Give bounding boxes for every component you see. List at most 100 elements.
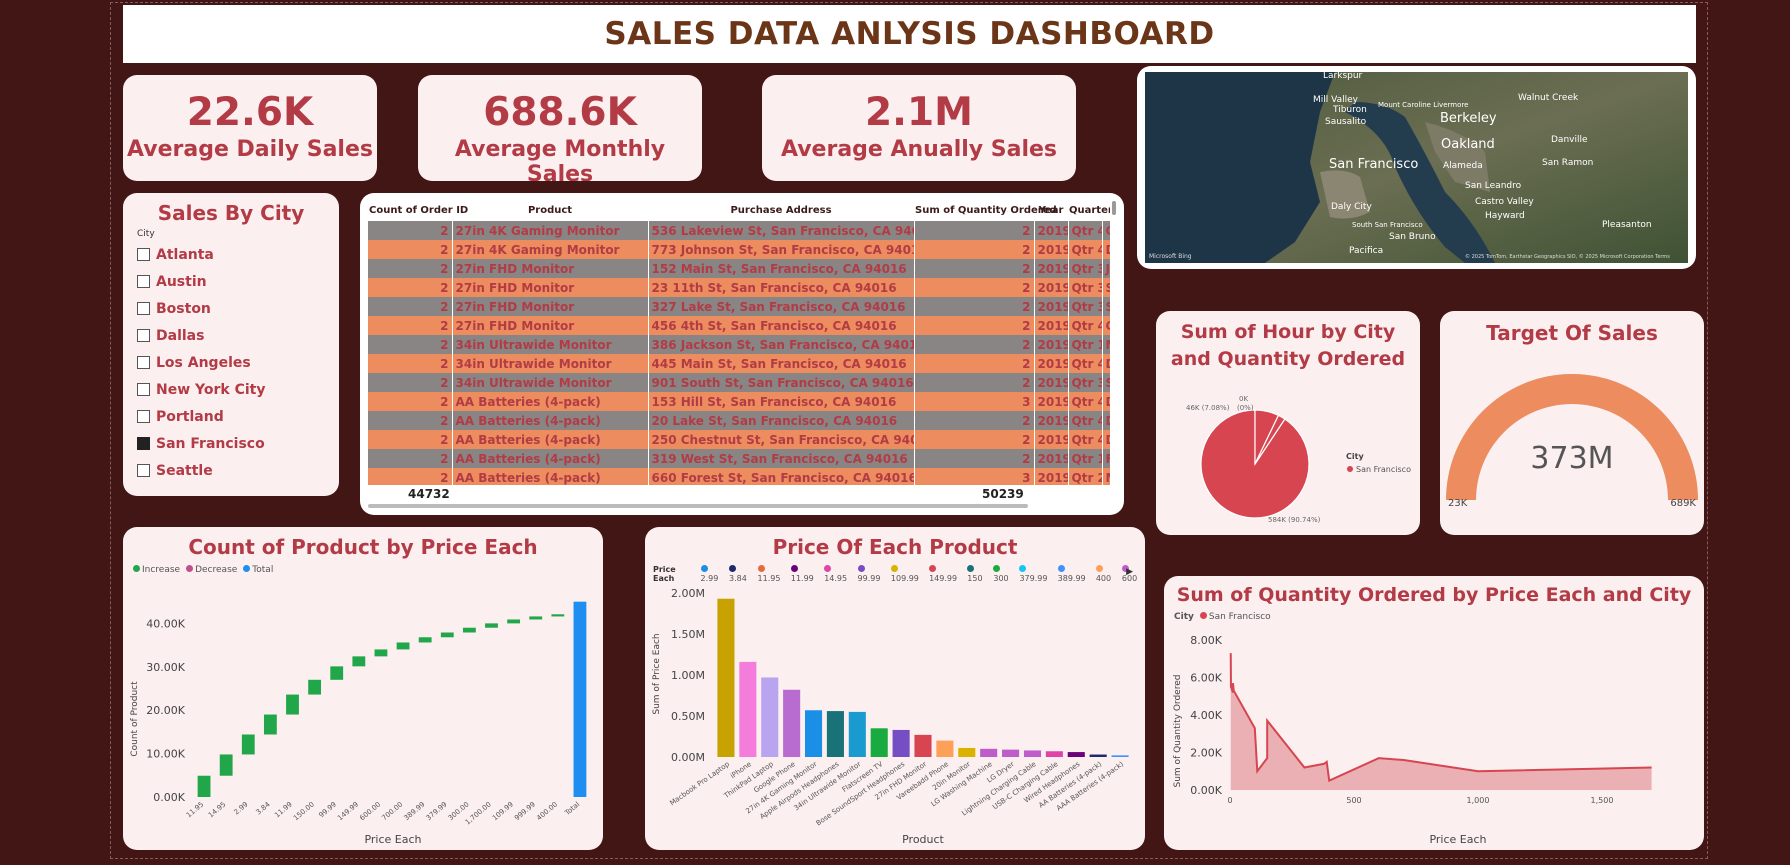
column-header[interactable]: Year (1034, 199, 1068, 221)
gauge-chart[interactable]: 373M 23K 689K (1440, 355, 1704, 535)
table-row[interactable]: 2 27in FHD Monitor 152 Main St, San Franci… (368, 259, 1110, 278)
slicer-checkbox[interactable] (137, 383, 150, 396)
product-bar[interactable] (1111, 755, 1129, 757)
waterfall-bar[interactable] (330, 666, 344, 680)
table-row[interactable]: 2 34in Ultrawide Monitor 386 Jackson St, S… (368, 335, 1110, 354)
table-row[interactable]: 2 AA Batteries (4-pack) 250 Chestnut St, S… (368, 430, 1110, 449)
column-header[interactable]: Count of Order ID (368, 199, 468, 221)
slicer-checkbox[interactable] (137, 329, 150, 342)
product-bar[interactable] (1023, 750, 1042, 757)
price-bar-card[interactable]: Price Of Each Product Price Each 2.99 3.84… (645, 527, 1145, 850)
table-row[interactable]: 2 27in FHD Monitor 327 Lake St, San Franci… (368, 297, 1110, 316)
product-bar[interactable] (739, 661, 757, 757)
waterfall-bar[interactable] (286, 694, 299, 715)
product-bar[interactable] (1067, 752, 1085, 757)
orders-table-viewport[interactable]: Count of Order ID Product Purchase Address… (368, 199, 1110, 485)
product-bar[interactable] (783, 689, 801, 757)
table-row[interactable]: 2 27in 4K Gaming Monitor 536 Lakeview St, … (368, 221, 1110, 240)
area-chart-card[interactable]: Sum of Quantity Ordered by Price Each an… (1164, 576, 1704, 850)
table-row[interactable]: 2 AA Batteries (4-pack) 319 West St, San F… (368, 449, 1110, 468)
product-bar[interactable] (936, 740, 954, 757)
horizontal-scrollbar[interactable] (368, 504, 1028, 508)
product-bar[interactable] (1002, 749, 1020, 757)
waterfall-bar[interactable] (462, 627, 476, 633)
column-header[interactable]: Quarter (1068, 199, 1110, 221)
column-header[interactable]: Sum of Quantity Ordered (914, 199, 1057, 221)
table-row[interactable]: 2 27in FHD Monitor 456 4th St, San Francis… (368, 316, 1110, 335)
waterfall-bar[interactable] (241, 734, 255, 755)
price-bar-chart[interactable]: Sum of Price Each Product 0.00M 0.50M 1.00… (645, 579, 1145, 849)
area-chart[interactable]: Sum of Quantity Ordered Price Each 0.00K… (1164, 626, 1704, 848)
city-slicer[interactable]: Sales By City City Atlanta Austin Boston Da… (123, 193, 339, 496)
slicer-checkbox[interactable] (137, 410, 150, 423)
slicer-checkbox[interactable] (137, 248, 150, 261)
kpi-card-monthly[interactable]: 688.6K Average Monthly Sales (418, 75, 702, 181)
map-card[interactable]: Larkspur Mill Valley Tiburon Sausalito Mount… (1137, 66, 1696, 269)
product-bar[interactable] (761, 677, 779, 757)
slicer-checkbox[interactable] (137, 275, 150, 288)
slicer-item[interactable]: Atlanta (137, 241, 339, 268)
product-bar[interactable] (804, 710, 823, 757)
waterfall-bar[interactable] (374, 649, 388, 657)
table-row[interactable]: 2 27in 4K Gaming Monitor 773 Johnson St, S… (368, 240, 1110, 259)
map-view[interactable]: Larkspur Mill ValleyTiburon Sausalito Mount… (1145, 72, 1688, 263)
product-bar[interactable] (958, 747, 976, 757)
table-row[interactable]: 2 34in Ultrawide Monitor 901 South St, San… (368, 373, 1110, 392)
waterfall-bar[interactable] (507, 619, 521, 624)
product-bar[interactable] (717, 598, 735, 757)
slicer-checkbox[interactable] (137, 356, 150, 369)
waterfall-bar[interactable] (352, 656, 366, 667)
waterfall-card[interactable]: Count of Product by Price Each Increase D… (123, 527, 603, 850)
area-chart-legend[interactable]: City San Francisco (1174, 612, 1704, 622)
waterfall-bar[interactable] (440, 632, 454, 638)
slicer-item[interactable]: Dallas (137, 322, 339, 349)
slicer-item[interactable]: Seattle (137, 457, 339, 484)
pie-legend-item[interactable]: San Francisco (1356, 465, 1411, 474)
kpi-card-annual[interactable]: 2.1M Average Anually Sales (762, 75, 1076, 181)
waterfall-bar[interactable] (263, 714, 277, 735)
waterfall-bar[interactable] (219, 754, 233, 776)
product-bar[interactable] (892, 729, 910, 757)
slicer-item[interactable]: New York City (137, 376, 339, 403)
area-legend-item[interactable]: San Francisco (1199, 612, 1271, 622)
waterfall-bar[interactable] (529, 616, 543, 620)
legend-item[interactable]: Decrease (186, 565, 237, 575)
orders-table-card[interactable]: Count of Order ID Product Purchase Address… (360, 193, 1124, 515)
waterfall-bar[interactable] (197, 775, 211, 797)
slicer-checkbox[interactable] (137, 302, 150, 315)
waterfall-bar[interactable] (418, 637, 432, 643)
waterfall-bar[interactable] (396, 642, 410, 650)
table-row[interactable]: 2 AA Batteries (4-pack) 153 Hill St, San F… (368, 392, 1110, 411)
slicer-item[interactable]: San Francisco (137, 430, 339, 457)
slicer-checkbox[interactable] (137, 464, 150, 477)
legend-item[interactable]: Total (243, 565, 273, 575)
legend-item[interactable]: Increase (133, 565, 180, 575)
waterfall-bar[interactable] (551, 614, 565, 617)
product-bar[interactable] (1045, 751, 1063, 757)
gauge-card[interactable]: Target Of Sales 373M 23K 689K (1440, 311, 1704, 535)
slicer-item[interactable]: Portland (137, 403, 339, 430)
pie-chart[interactable]: 46K (7.08%) 0K (0%) 584K (90.74%) City S… (1156, 379, 1420, 529)
product-bar[interactable] (980, 748, 998, 757)
legend-next-icon[interactable]: ▶ (1126, 567, 1133, 577)
waterfall-bar[interactable] (485, 623, 498, 628)
table-row[interactable]: 2 AA Batteries (4-pack) 20 Lake St, San Fr… (368, 411, 1110, 430)
slicer-item[interactable]: Boston (137, 295, 339, 322)
kpi-card-daily[interactable]: 22.6K Average Daily Sales (123, 75, 377, 181)
table-row[interactable]: 2 AA Batteries (4-pack) 660 Forest St, San… (368, 468, 1110, 485)
waterfall-bar[interactable] (573, 601, 587, 797)
waterfall-bar[interactable] (308, 679, 322, 695)
product-bar[interactable] (914, 734, 932, 757)
slicer-item[interactable]: Los Angeles (137, 349, 339, 376)
table-row[interactable]: 2 27in FHD Monitor 23 11th St, San Francis… (368, 278, 1110, 297)
slicer-item[interactable]: Austin (137, 268, 339, 295)
vertical-scrollbar[interactable] (1112, 201, 1116, 215)
product-bar[interactable] (826, 711, 844, 757)
product-bar[interactable] (848, 711, 866, 757)
product-bar[interactable] (1089, 754, 1107, 757)
slicer-checkbox[interactable] (137, 437, 150, 450)
column-header[interactable]: Purchase Address (648, 199, 914, 221)
waterfall-chart[interactable]: Count of Product Price Each 0.00K 10.00K 2… (123, 579, 603, 849)
pie-chart-card[interactable]: Sum of Hour by City and Quantity Ordered… (1156, 311, 1420, 535)
product-bar[interactable] (870, 728, 888, 757)
